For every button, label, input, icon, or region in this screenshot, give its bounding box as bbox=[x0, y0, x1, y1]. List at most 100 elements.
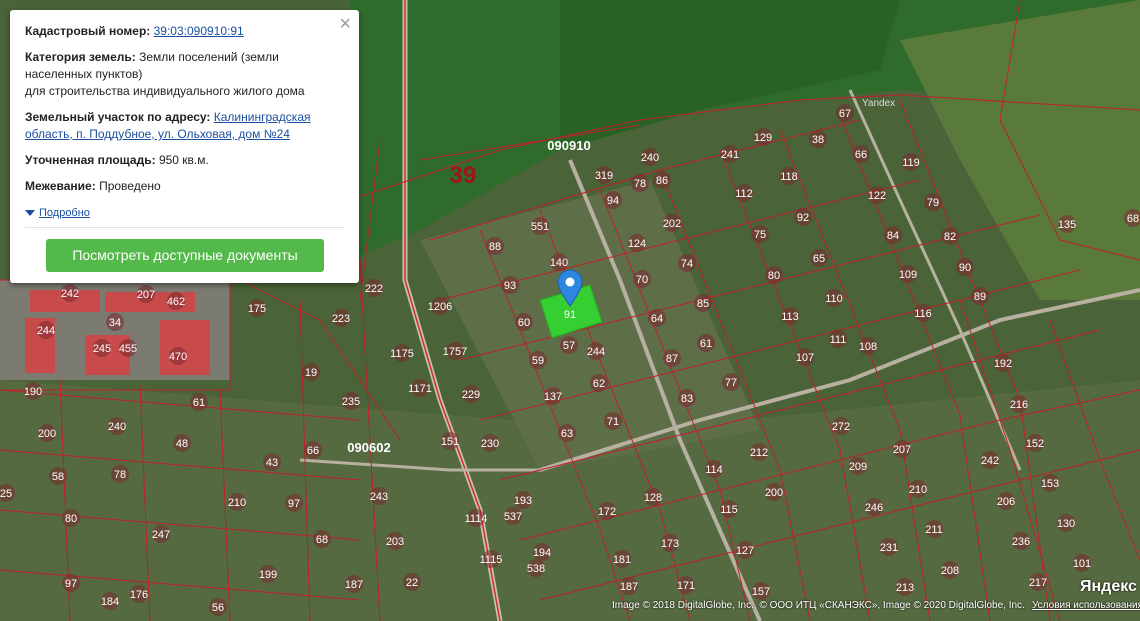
parcel-number-label[interactable]: 1206 bbox=[428, 301, 452, 313]
parcel-number-label[interactable]: 210 bbox=[228, 497, 246, 509]
parcel-number-label[interactable]: 66 bbox=[855, 149, 867, 161]
parcel-number-label[interactable]: 59 bbox=[532, 355, 544, 367]
parcel-number-label[interactable]: 207 bbox=[893, 444, 911, 456]
parcel-number-label[interactable]: 78 bbox=[634, 178, 646, 190]
parcel-number-label[interactable]: 22 bbox=[406, 577, 418, 589]
parcel-number-label[interactable]: 272 bbox=[832, 421, 850, 433]
parcel-number-label[interactable]: 114 bbox=[705, 464, 723, 476]
parcel-number-label[interactable]: 200 bbox=[38, 428, 56, 440]
parcel-number-label[interactable]: 235 bbox=[342, 396, 360, 408]
parcel-number-label[interactable]: 61 bbox=[700, 338, 712, 350]
parcel-number-label[interactable]: 537 bbox=[504, 511, 522, 523]
parcel-number-label[interactable]: 88 bbox=[489, 241, 501, 253]
parcel-number-label[interactable]: 66 bbox=[307, 445, 319, 457]
parcel-number-label[interactable]: 118 bbox=[780, 171, 798, 183]
parcel-number-label[interactable]: 210 bbox=[909, 484, 927, 496]
parcel-number-label[interactable]: 208 bbox=[941, 565, 959, 577]
parcel-number-label[interactable]: 242 bbox=[981, 455, 999, 467]
parcel-number-label[interactable]: 246 bbox=[865, 502, 883, 514]
parcel-number-label[interactable]: 241 bbox=[721, 149, 739, 161]
more-details-link[interactable]: Подробно bbox=[25, 205, 90, 222]
parcel-number-label[interactable]: 462 bbox=[167, 296, 185, 308]
parcel-number-label[interactable]: 176 bbox=[130, 589, 148, 601]
parcel-number-label[interactable]: 153 bbox=[1041, 478, 1059, 490]
parcel-number-label[interactable]: 135 bbox=[1058, 219, 1076, 231]
parcel-number-label[interactable]: 172 bbox=[598, 506, 616, 518]
parcel-number-label[interactable]: 77 bbox=[725, 377, 737, 389]
parcel-number-label[interactable]: 140 bbox=[550, 257, 568, 269]
parcel-number-label[interactable]: 202 bbox=[663, 218, 681, 230]
parcel-number-label[interactable]: 85 bbox=[697, 298, 709, 310]
parcel-number-label[interactable]: 83 bbox=[681, 393, 693, 405]
parcel-number-label[interactable]: 97 bbox=[65, 578, 77, 590]
parcel-number-label[interactable]: 206 bbox=[997, 496, 1015, 508]
parcel-number-label[interactable]: 211 bbox=[925, 524, 943, 536]
parcel-number-label[interactable]: 217 bbox=[1029, 577, 1047, 589]
parcel-number-label[interactable]: 110 bbox=[825, 293, 843, 305]
parcel-number-label[interactable]: 209 bbox=[849, 461, 867, 473]
parcel-number-label[interactable]: 230 bbox=[481, 438, 499, 450]
parcel-number-label[interactable]: 223 bbox=[332, 313, 350, 325]
parcel-number-label[interactable]: 90 bbox=[959, 262, 971, 274]
parcel-number-label[interactable]: 181 bbox=[613, 554, 631, 566]
parcel-number-label[interactable]: 75 bbox=[754, 229, 766, 241]
parcel-number-label[interactable]: 119 bbox=[902, 157, 920, 169]
parcel-number-label[interactable]: 87 bbox=[666, 353, 678, 365]
parcel-number-label[interactable]: 74 bbox=[681, 258, 693, 270]
parcel-number-label[interactable]: 212 bbox=[750, 447, 768, 459]
parcel-number-label[interactable]: 112 bbox=[735, 188, 753, 200]
parcel-number-label[interactable]: 93 bbox=[504, 280, 516, 292]
parcel-number-label[interactable]: 58 bbox=[52, 471, 64, 483]
parcel-number-label[interactable]: 128 bbox=[644, 492, 662, 504]
parcel-number-label[interactable]: 34 bbox=[109, 317, 121, 329]
parcel-number-label[interactable]: 61 bbox=[193, 397, 205, 409]
parcel-number-label[interactable]: 94 bbox=[607, 195, 619, 207]
parcel-number-label[interactable]: 247 bbox=[152, 529, 170, 541]
parcel-number-label[interactable]: 84 bbox=[887, 230, 899, 242]
parcel-number-label[interactable]: 229 bbox=[462, 389, 480, 401]
parcel-number-label[interactable]: 244 bbox=[587, 346, 605, 358]
parcel-number-label[interactable]: 78 bbox=[114, 469, 126, 481]
parcel-number-label[interactable]: 130 bbox=[1057, 518, 1075, 530]
parcel-number-label[interactable]: 207 bbox=[137, 289, 155, 301]
parcel-number-label[interactable]: 115 bbox=[720, 504, 738, 516]
parcel-number-label[interactable]: 187 bbox=[345, 579, 363, 591]
parcel-number-label[interactable]: 89 bbox=[974, 291, 986, 303]
parcel-number-label[interactable]: 187 bbox=[620, 581, 638, 593]
parcel-number-label[interactable]: 152 bbox=[1026, 438, 1044, 450]
parcel-number-label[interactable]: 231 bbox=[880, 542, 898, 554]
parcel-number-label[interactable]: 245 bbox=[93, 343, 111, 355]
parcel-number-label[interactable]: 240 bbox=[641, 152, 659, 164]
parcel-number-label[interactable]: 79 bbox=[927, 197, 939, 209]
parcel-number-label[interactable]: 203 bbox=[386, 536, 404, 548]
parcel-number-label[interactable]: 194 bbox=[533, 547, 551, 559]
view-documents-button[interactable]: Посмотреть доступные документы bbox=[46, 239, 324, 272]
parcel-number-label[interactable]: 171 bbox=[677, 580, 695, 592]
parcel-number-label[interactable]: 62 bbox=[593, 378, 605, 390]
close-icon[interactable]: × bbox=[339, 14, 351, 34]
parcel-number-label[interactable]: 64 bbox=[651, 313, 663, 325]
parcel-number-label[interactable]: 243 bbox=[370, 491, 388, 503]
parcel-number-label[interactable]: 97 bbox=[288, 498, 300, 510]
parcel-number-label[interactable]: 65 bbox=[813, 253, 825, 265]
parcel-number-label[interactable]: 80 bbox=[768, 270, 780, 282]
parcel-number-label[interactable]: 56 bbox=[212, 602, 224, 614]
parcel-number-label[interactable]: 70 bbox=[636, 274, 648, 286]
parcel-number-label[interactable]: 213 bbox=[896, 582, 914, 594]
parcel-number-label[interactable]: 222 bbox=[365, 283, 383, 295]
parcel-number-label[interactable]: 199 bbox=[259, 569, 277, 581]
parcel-number-label[interactable]: 92 bbox=[797, 212, 809, 224]
parcel-number-label[interactable]: 190 bbox=[24, 386, 42, 398]
parcel-number-label[interactable]: 124 bbox=[628, 238, 646, 250]
parcel-number-label[interactable]: 19 bbox=[305, 367, 317, 379]
parcel-number-label[interactable]: 184 bbox=[101, 596, 119, 608]
parcel-number-label[interactable]: 151 bbox=[441, 436, 459, 448]
parcel-number-label[interactable]: 1114 bbox=[465, 513, 488, 525]
parcel-number-label[interactable]: 113 bbox=[781, 311, 799, 323]
parcel-number-label[interactable]: 193 bbox=[514, 495, 532, 507]
parcel-number-label[interactable]: 1757 bbox=[443, 346, 467, 358]
parcel-number-label[interactable]: 200 bbox=[765, 487, 783, 499]
parcel-number-label[interactable]: 38 bbox=[812, 134, 824, 146]
parcel-number-label[interactable]: 173 bbox=[661, 538, 679, 550]
parcel-number-label[interactable]: 109 bbox=[899, 269, 917, 281]
